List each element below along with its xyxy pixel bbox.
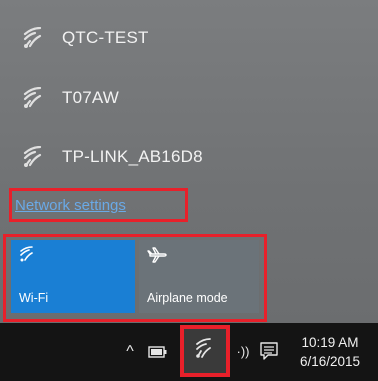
action-center-icon[interactable] xyxy=(258,339,280,363)
network-settings-link[interactable]: Network settings xyxy=(15,197,126,214)
wifi-signal-icon xyxy=(22,23,56,53)
wifi-signal-icon xyxy=(22,142,56,172)
wifi-tile-label: Wi-Fi xyxy=(19,291,49,305)
network-flyout: QTC-TEST T07AW TP-LINK_AB16D8 Network se… xyxy=(0,0,378,323)
wifi-toggle-tile[interactable]: Wi-Fi xyxy=(11,240,135,313)
taskbar-clock[interactable]: 10:19 AM 6/16/2015 xyxy=(286,329,374,375)
wifi-icon xyxy=(19,246,37,267)
network-settings-highlight: Network settings xyxy=(9,188,188,222)
clock-time: 10:19 AM xyxy=(301,335,359,350)
network-tray-button[interactable] xyxy=(180,325,230,377)
network-name: T07AW xyxy=(62,88,120,107)
airplane-tile-label: Airplane mode xyxy=(147,291,228,305)
network-item-tp-link[interactable]: TP-LINK_AB16D8 xyxy=(22,137,352,177)
wifi-signal-icon xyxy=(22,83,56,113)
volume-icon[interactable]: ·)) xyxy=(232,340,254,362)
network-item-qtc-test[interactable]: QTC-TEST xyxy=(22,18,352,58)
airplane-mode-tile[interactable]: Airplane mode xyxy=(139,240,259,313)
network-name: TP-LINK_AB16D8 xyxy=(62,147,203,166)
battery-icon[interactable] xyxy=(147,345,169,359)
network-item-t07aw[interactable]: T07AW xyxy=(22,78,352,118)
clock-date: 6/16/2015 xyxy=(299,354,361,369)
show-hidden-icons-chevron-icon[interactable]: ^ xyxy=(120,341,140,363)
taskbar: ^ ·)) 10:19 AM 6/16/2015 xyxy=(0,323,378,381)
network-name: QTC-TEST xyxy=(62,28,149,47)
wifi-signal-icon xyxy=(194,337,216,365)
airplane-icon xyxy=(147,246,167,269)
